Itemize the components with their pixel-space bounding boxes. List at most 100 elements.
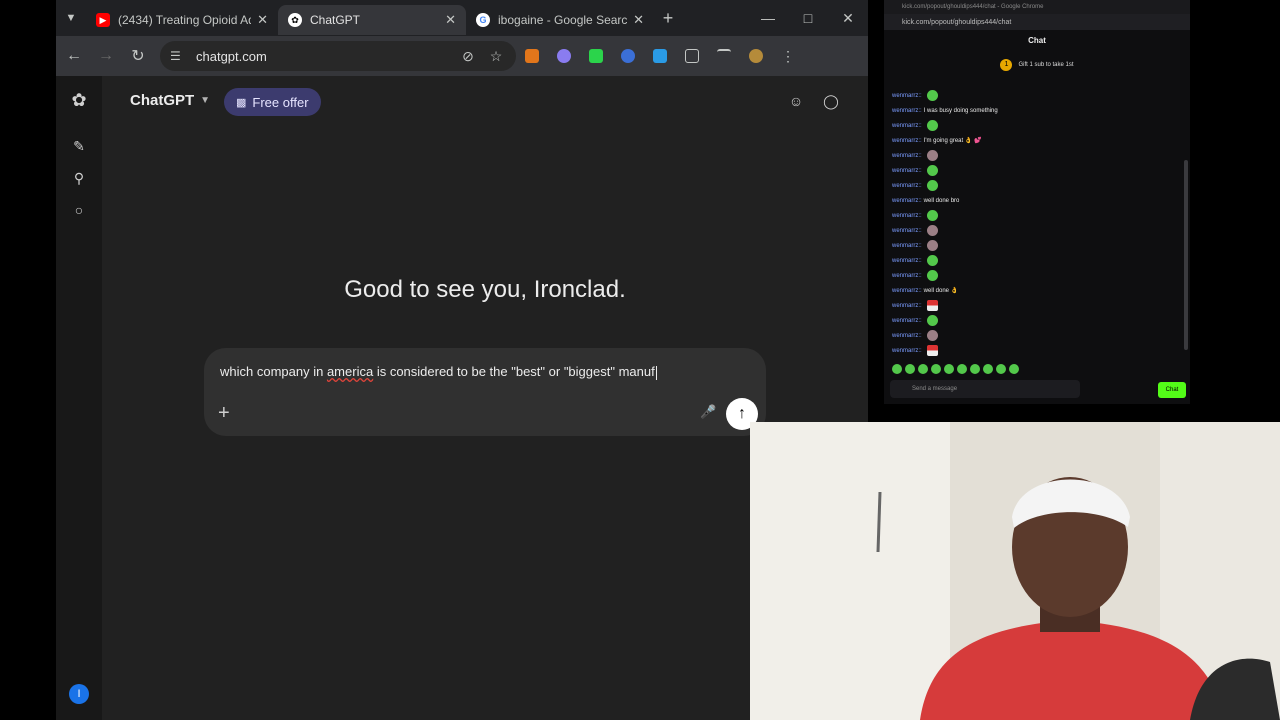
- tab-search-chevron-icon[interactable]: ▼: [56, 0, 86, 36]
- emote-bear-icon: [926, 240, 938, 251]
- model-label: ChatGPT: [130, 92, 195, 109]
- gift-sub-banner[interactable]: 1 Gift 1 sub to take 1st: [884, 50, 1190, 80]
- extensions-puzzle-icon[interactable]: [676, 49, 708, 63]
- emote-icon[interactable]: [918, 364, 928, 374]
- minimize-icon[interactable]: —: [748, 10, 788, 27]
- chat-username[interactable]: wenmarrz::: [892, 213, 922, 219]
- model-selector[interactable]: ChatGPT ▼: [130, 92, 210, 109]
- chat-username[interactable]: wenmarrz::: [892, 303, 922, 309]
- chat-username[interactable]: wenmarrz::: [892, 123, 922, 129]
- close-tab-icon[interactable]: ✕: [633, 12, 644, 28]
- kick-window-title: kick.com/popout/ghouldips444/chat - Goog…: [884, 0, 1190, 14]
- webcam-feed: [750, 422, 1280, 720]
- maximize-icon[interactable]: □: [788, 10, 828, 27]
- emote-icon[interactable]: [983, 364, 993, 374]
- emote-row: [892, 364, 1022, 376]
- chat-username[interactable]: wenmarrz::: [892, 138, 922, 144]
- chat-message-input[interactable]: Send a message: [890, 380, 1080, 398]
- browser-menu-icon[interactable]: ⋮: [772, 48, 804, 65]
- chat-username[interactable]: wenmarrz::: [892, 243, 922, 249]
- chat-username[interactable]: wenmarrz::: [892, 333, 922, 339]
- youtube-icon: ▶: [96, 13, 110, 27]
- emote-icon[interactable]: [957, 364, 967, 374]
- emote-green-icon: [926, 210, 938, 221]
- chat-message: wenmarrz::: [884, 148, 1184, 163]
- emote-icon[interactable]: [996, 364, 1006, 374]
- emote-icon[interactable]: [1009, 364, 1019, 374]
- emote-flag-icon: [926, 345, 938, 356]
- chat-message: wenmarrz::: [884, 163, 1184, 178]
- chat-message: wenmarrz:: I was busy doing something: [884, 103, 1184, 118]
- extension-shield-icon[interactable]: [612, 49, 644, 63]
- attach-plus-icon[interactable]: +: [218, 402, 230, 425]
- prompt-composer[interactable]: which company in america is considered t…: [204, 348, 766, 436]
- emote-icon[interactable]: [970, 364, 980, 374]
- emote-icon[interactable]: [892, 364, 902, 374]
- close-tab-icon[interactable]: ✕: [257, 12, 268, 28]
- tab-youtube[interactable]: ▶ (2434) Treating Opioid Addi ✕: [86, 5, 278, 35]
- avatar[interactable]: I: [69, 684, 89, 704]
- chat-scrollbar[interactable]: [1184, 160, 1188, 350]
- chat-username[interactable]: wenmarrz::: [892, 93, 922, 99]
- free-offer-button[interactable]: ▩ Free offer: [224, 88, 321, 116]
- tab-google[interactable]: G ibogaine - Google Search ✕: [466, 5, 654, 35]
- chat-username[interactable]: wenmarrz::: [892, 108, 922, 114]
- emote-icon[interactable]: [944, 364, 954, 374]
- extension-ghost-icon[interactable]: [548, 49, 580, 63]
- emote-green-icon: [926, 90, 938, 101]
- back-icon[interactable]: ←: [58, 47, 90, 65]
- gift-icon: ▩: [236, 96, 247, 109]
- profile-avatar-icon[interactable]: [740, 49, 772, 63]
- address-bar[interactable]: ☰ chatgpt.com ⊘ ☆: [160, 41, 516, 71]
- microphone-icon[interactable]: 🎤: [700, 404, 716, 420]
- extension-fox-icon[interactable]: [516, 49, 548, 63]
- chrome-window: ▼ ▶ (2434) Treating Opioid Addi ✕ ✿ Chat…: [56, 0, 868, 720]
- extension-grid-icon[interactable]: [580, 49, 612, 63]
- emote-icon[interactable]: [931, 364, 941, 374]
- chat-username[interactable]: wenmarrz::: [892, 183, 922, 189]
- gift-badge: 1: [1000, 59, 1013, 71]
- emote-bear-icon: [926, 225, 938, 236]
- chat-username[interactable]: wenmarrz::: [892, 288, 922, 294]
- google-icon: G: [476, 13, 490, 27]
- chevron-down-icon: ▼: [200, 95, 211, 106]
- prompt-input[interactable]: which company in america is considered t…: [220, 364, 657, 380]
- chat-username[interactable]: wenmarrz::: [892, 348, 922, 354]
- reload-icon[interactable]: ↻: [122, 46, 154, 66]
- emote-green-icon: [926, 180, 938, 191]
- chat-bubble-icon[interactable]: ○: [69, 200, 89, 220]
- bookmark-star-icon[interactable]: ☆: [482, 48, 510, 65]
- chat-username[interactable]: wenmarrz::: [892, 198, 922, 204]
- emote-icon[interactable]: [905, 364, 915, 374]
- new-tab-button[interactable]: +: [654, 8, 682, 29]
- add-user-icon[interactable]: ☺: [787, 92, 805, 110]
- tab-title: ibogaine - Google Search: [498, 13, 628, 27]
- close-window-icon[interactable]: ✕: [828, 10, 868, 27]
- emote-green-icon: [926, 120, 938, 131]
- chat-username[interactable]: wenmarrz::: [892, 168, 922, 174]
- chat-username[interactable]: wenmarrz::: [892, 153, 922, 159]
- chat-username[interactable]: wenmarrz::: [892, 258, 922, 264]
- close-tab-icon[interactable]: ✕: [445, 12, 456, 28]
- media-controls-icon[interactable]: [708, 49, 740, 63]
- site-settings-icon[interactable]: ☰: [170, 48, 186, 64]
- chat-message-list: wenmarrz:: wenmarrz:: I was busy doing som…: [884, 88, 1184, 360]
- emote-green-icon: [926, 270, 938, 281]
- chat-username[interactable]: wenmarrz::: [892, 228, 922, 234]
- chat-text: well done bro: [923, 197, 960, 204]
- chat-username[interactable]: wenmarrz::: [892, 273, 922, 279]
- tab-chatgpt[interactable]: ✿ ChatGPT ✕: [278, 5, 466, 35]
- chat-username[interactable]: wenmarrz::: [892, 318, 922, 324]
- chatgpt-app: ✿ ✎ ⚲ ○ I ChatGPT ▼ ▩ Free offer ☺ ◯ Goo…: [56, 76, 868, 720]
- extension-translate-icon[interactable]: [644, 49, 676, 63]
- eye-off-icon[interactable]: ⊘: [454, 48, 482, 65]
- chat-message: wenmarrz::: [884, 118, 1184, 133]
- webcam-image: [750, 422, 1280, 720]
- chat-send-button[interactable]: Chat: [1158, 382, 1186, 398]
- new-chat-icon[interactable]: ✎: [69, 136, 89, 156]
- forward-icon[interactable]: →: [90, 47, 122, 65]
- temporary-chat-icon[interactable]: ◯: [822, 92, 840, 110]
- search-icon[interactable]: ⚲: [69, 168, 89, 188]
- emote-green-icon: [926, 315, 938, 326]
- openai-logo-icon[interactable]: ✿: [69, 90, 89, 110]
